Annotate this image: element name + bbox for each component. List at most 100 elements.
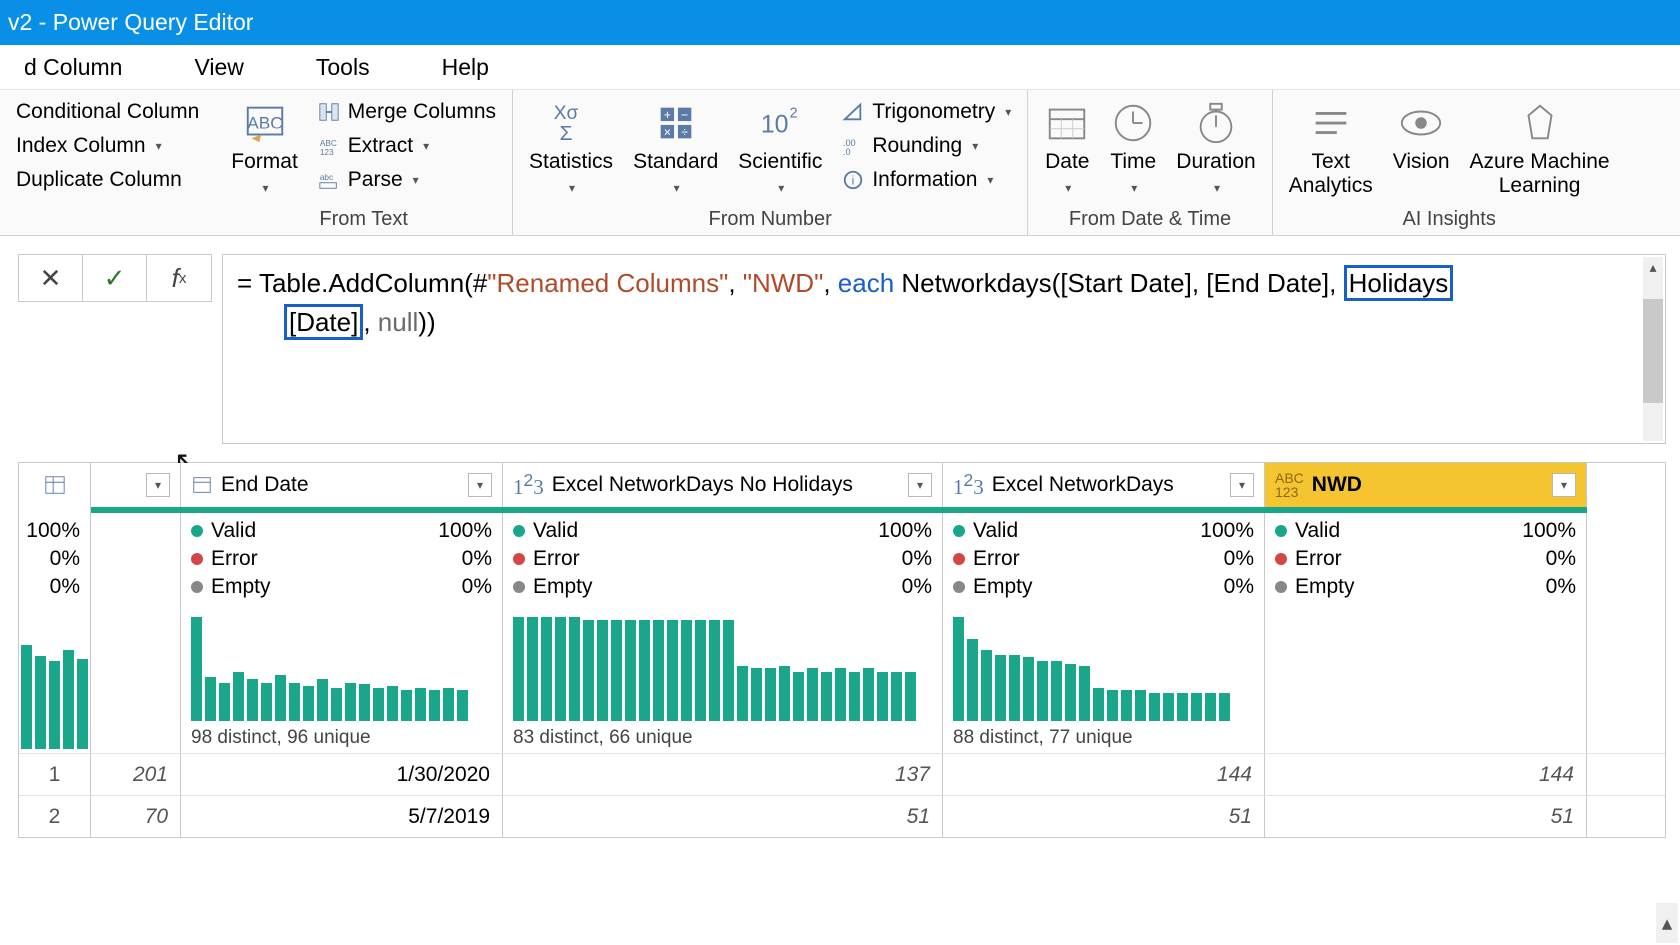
format-icon: ABC — [242, 100, 288, 146]
filter-icon[interactable]: ▾ — [1552, 473, 1576, 497]
svg-text:ABC: ABC — [320, 139, 337, 148]
chevron-down-icon: ▾ — [1214, 181, 1220, 195]
duration-button[interactable]: Duration▾ — [1166, 94, 1265, 204]
text-analytics-label: TextAnalytics — [1289, 150, 1373, 198]
svg-text:Σ: Σ — [560, 122, 573, 145]
column-header-blank[interactable]: ▾ — [91, 463, 181, 507]
chevron-down-icon: ▾ — [1065, 181, 1071, 195]
chevron-down-icon: ▾ — [1131, 181, 1137, 195]
index-column-button[interactable]: Index Column▾ — [12, 132, 203, 160]
formula-scroll-thumb[interactable] — [1643, 299, 1663, 403]
svg-text:ABC: ABC — [247, 113, 282, 133]
menu-bar: d Column View Tools Help — [0, 45, 1680, 90]
extract-icon: ABC123 — [318, 135, 340, 157]
standard-button[interactable]: +−×÷ Standard▾ — [623, 94, 728, 204]
cancel-formula-button[interactable]: ✕ — [19, 255, 83, 301]
duration-icon — [1193, 100, 1239, 146]
text-analytics-button[interactable]: TextAnalytics — [1279, 94, 1383, 204]
filter-icon[interactable]: ▾ — [908, 473, 932, 497]
filter-icon[interactable]: ▾ — [146, 473, 170, 497]
filter-icon[interactable]: ▾ — [468, 473, 492, 497]
conditional-column-button[interactable]: Conditional Column — [12, 98, 203, 126]
group-from-number: From Number — [519, 204, 1021, 233]
column-quality-row: 100% 0% 0% . Valid Error Empty 100% 0% 0… — [19, 513, 1665, 605]
group-from-text: From Text — [221, 204, 506, 233]
table-row[interactable]: 2 70 5/7/2019 51 51 51 — [19, 795, 1665, 837]
svg-text:÷: ÷ — [681, 125, 688, 139]
chevron-down-icon: ▾ — [972, 139, 978, 153]
chevron-down-icon: ▾ — [1005, 105, 1011, 119]
column-header-end-date[interactable]: End Date ▾ — [181, 463, 503, 507]
duplicate-column-button[interactable]: Duplicate Column — [12, 166, 203, 194]
scroll-up-icon[interactable]: ▴ — [1643, 257, 1663, 277]
merge-columns-icon — [318, 101, 340, 123]
format-button[interactable]: ABC Format▾ — [221, 94, 308, 204]
formula-highlight-date: [Date] — [284, 304, 363, 340]
column-header-networkdays-noholidays[interactable]: 123 Excel NetworkDays No Holidays ▾ — [503, 463, 943, 507]
formula-bar: ✕ ✓ fx = Table.AddColumn(#"Renamed Colum… — [18, 254, 1666, 444]
vision-icon — [1398, 100, 1444, 146]
svg-text:i: i — [852, 174, 855, 188]
chevron-down-icon: ▾ — [413, 173, 419, 187]
statistics-button[interactable]: ΧσΣ Statistics▾ — [519, 94, 623, 204]
information-button[interactable]: i Information▾ — [838, 166, 1015, 194]
scientific-icon: 102 — [757, 100, 803, 146]
column-header-nwd[interactable]: ABC123 NWD ▾ — [1265, 463, 1587, 507]
svg-text:.0: .0 — [843, 147, 851, 157]
merge-columns-button[interactable]: Merge Columns — [314, 98, 500, 126]
tab-tools[interactable]: Tools — [302, 48, 384, 87]
vision-button[interactable]: Vision — [1383, 94, 1460, 180]
chevron-down-icon: ▾ — [423, 139, 429, 153]
information-icon: i — [842, 169, 864, 191]
grid-header-row: ▾ End Date ▾ 123 Excel NetworkDays No Ho… — [19, 463, 1665, 507]
ribbon: Conditional Column Index Column▾ Duplica… — [0, 90, 1680, 236]
svg-text:−: − — [681, 108, 688, 122]
chevron-down-icon: ▾ — [778, 181, 784, 195]
scroll-up-button[interactable]: ▴ — [1656, 903, 1678, 943]
trigonometry-icon — [842, 101, 864, 123]
tab-add-column[interactable]: d Column — [10, 48, 136, 87]
tab-help[interactable]: Help — [428, 48, 503, 87]
filter-icon[interactable]: ▾ — [1230, 473, 1254, 497]
svg-text:10: 10 — [761, 111, 789, 139]
azure-ml-button[interactable]: Azure MachineLearning — [1460, 94, 1620, 204]
tab-view[interactable]: View — [180, 48, 257, 87]
any-type-icon: ABC123 — [1275, 471, 1304, 499]
azure-ml-icon — [1517, 100, 1563, 146]
standard-icon: +−× ÷ — [653, 100, 699, 146]
rounding-icon: .00.0 — [842, 135, 864, 157]
group-from-datetime: From Date & Time — [1034, 204, 1265, 233]
table-row[interactable]: 1 201 1/30/2020 137 144 144 — [19, 753, 1665, 795]
statistics-icon: ΧσΣ — [548, 100, 594, 146]
scientific-button[interactable]: 102 Scientific▾ — [728, 94, 832, 204]
title-bar: v2 - Power Query Editor — [0, 0, 1680, 45]
svg-text:Χσ: Χσ — [554, 103, 579, 124]
time-icon — [1110, 100, 1156, 146]
number-type-icon: 123 — [953, 470, 984, 500]
rounding-button[interactable]: .00.0 Rounding▾ — [838, 132, 1015, 160]
chevron-down-icon: ▾ — [987, 173, 993, 187]
trigonometry-button[interactable]: Trigonometry▾ — [838, 98, 1015, 126]
chevron-down-icon: ▾ — [263, 181, 269, 195]
date-icon — [1044, 100, 1090, 146]
svg-text:×: × — [663, 125, 670, 139]
grid-corner[interactable] — [19, 463, 91, 507]
data-grid: ▾ End Date ▾ 123 Excel NetworkDays No Ho… — [18, 462, 1666, 838]
fx-button[interactable]: fx — [147, 255, 211, 301]
svg-text:+: + — [663, 108, 670, 122]
svg-text:2: 2 — [790, 105, 798, 121]
formula-input[interactable]: = Table.AddColumn(#"Renamed Columns", "N… — [222, 254, 1666, 444]
chevron-down-icon: ▾ — [569, 181, 575, 195]
accept-formula-button[interactable]: ✓ — [83, 255, 147, 301]
number-type-icon: 123 — [513, 470, 544, 500]
time-button[interactable]: Time▾ — [1100, 94, 1166, 204]
column-header-networkdays[interactable]: 123 Excel NetworkDays ▾ — [943, 463, 1265, 507]
date-button[interactable]: Date▾ — [1034, 94, 1100, 204]
svg-text:123: 123 — [320, 148, 334, 157]
parse-icon: abc — [318, 169, 340, 191]
chevron-down-icon: ▾ — [674, 181, 680, 195]
azure-ml-label: Azure MachineLearning — [1470, 150, 1610, 198]
extract-button[interactable]: ABC123 Extract▾ — [314, 132, 500, 160]
parse-button[interactable]: abc Parse▾ — [314, 166, 500, 194]
chevron-down-icon: ▾ — [156, 139, 162, 153]
